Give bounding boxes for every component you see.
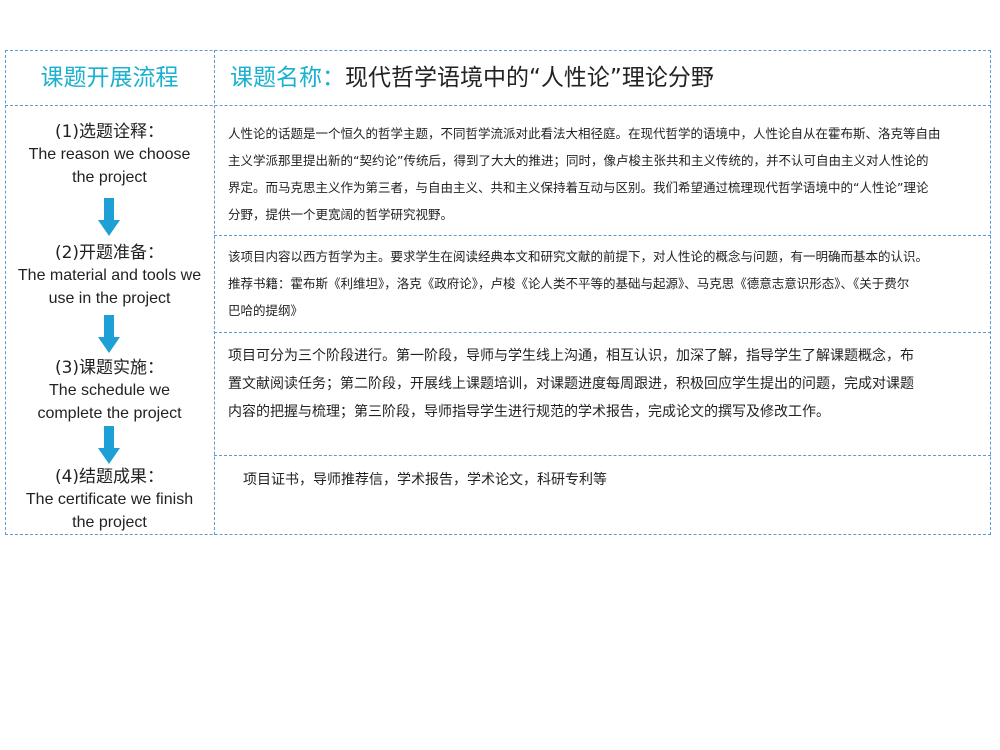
step-subtitle: The schedule we [49, 382, 170, 399]
step-topic-interpretation: (1)选题诠释： The reason we choose the projec… [5, 121, 214, 189]
paragraph-line: 推荐书籍：霍布斯《利维坦》，洛克《政府论》，卢梭《论人类不平等的基础与起源》、马… [228, 276, 910, 291]
implementation-description: 项目可分为三个阶段进行。第一阶段，导师与学生线上沟通，相互认识，加深了解，指导学… [228, 342, 976, 426]
step-project-preparation: (2)开题准备： The material and tools we use i… [5, 242, 214, 310]
topic-description: 人性论的话题是一个恒久的哲学主题，不同哲学流派对此看法大相径庭。在现代哲学的语境… [228, 120, 976, 228]
column-divider [214, 50, 215, 535]
section-divider [214, 455, 991, 456]
step-subtitle: use in the project [48, 290, 171, 307]
step-subtitle: The certificate we finish [25, 491, 194, 508]
step-title: (3)课题实施： [54, 358, 165, 378]
process-column-title: 课题开展流程 [40, 65, 179, 91]
section-divider [214, 235, 991, 236]
paragraph-line: 巴哈的提纲》 [228, 303, 304, 318]
paragraph-line: 分野，提供一个更宽阔的哲学研究视野。 [228, 207, 454, 222]
down-arrow-icon [98, 198, 120, 236]
step-subtitle: complete the project [37, 405, 182, 422]
paragraph-line: 项目可分为三个阶段进行。第一阶段，导师与学生线上沟通，相互认识，加深了解，指导学… [228, 348, 914, 364]
step-results: (4)结题成果： The certificate we finish the p… [5, 466, 214, 534]
header-divider [5, 105, 991, 106]
paragraph-line: 界定。而马克思主义作为第三者，与自由主义、共和主义保持着互动与区别。我们希望通过… [228, 180, 929, 195]
step-title: (1)选题诠释： [54, 122, 165, 142]
step-subtitle: the project [72, 514, 147, 531]
project-title-header: 课题名称：现代哲学语境中的“人性论”理论分野 [230, 58, 985, 92]
step-subtitle: The material and tools we [17, 267, 202, 284]
project-name: 现代哲学语境中的“人性论”理论分野 [345, 65, 714, 91]
section-divider [214, 332, 991, 333]
step-title: (2)开题准备： [54, 243, 165, 263]
preparation-description: 该项目内容以西方哲学为主。要求学生在阅读经典本文和研究文献的前提下，对人性论的概… [228, 243, 976, 324]
down-arrow-icon [98, 315, 120, 353]
project-name-label: 课题名称： [230, 65, 345, 91]
step-implementation: (3)课题实施： The schedule we complete the pr… [5, 357, 214, 425]
paragraph-line: 项目证书，导师推荐信，学术报告，学术论文，科研专利等 [243, 472, 607, 488]
step-subtitle: the project [72, 169, 147, 186]
results-description: 项目证书，导师推荐信，学术报告，学术论文，科研专利等 [243, 466, 976, 494]
paragraph-line: 该项目内容以西方哲学为主。要求学生在阅读经典本文和研究文献的前提下，对人性论的概… [228, 249, 929, 264]
step-title: (4)结题成果： [54, 467, 165, 487]
step-subtitle: The reason we choose [28, 146, 191, 163]
paragraph-line: 人性论的话题是一个恒久的哲学主题，不同哲学流派对此看法大相径庭。在现代哲学的语境… [228, 126, 941, 141]
paragraph-line: 内容的把握与梳理；第三阶段，导师指导学生进行规范的学术报告，完成论文的撰写及修改… [228, 404, 830, 420]
down-arrow-icon [98, 426, 120, 464]
paragraph-line: 置文献阅读任务；第二阶段，开展线上课题培训，对课题进度每周跟进，积极回应学生提出… [228, 376, 914, 392]
paragraph-line: 主义学派那里提出新的“契约论”传统后，得到了大大的推进；同时，像卢梭主张共和主义… [228, 153, 929, 168]
